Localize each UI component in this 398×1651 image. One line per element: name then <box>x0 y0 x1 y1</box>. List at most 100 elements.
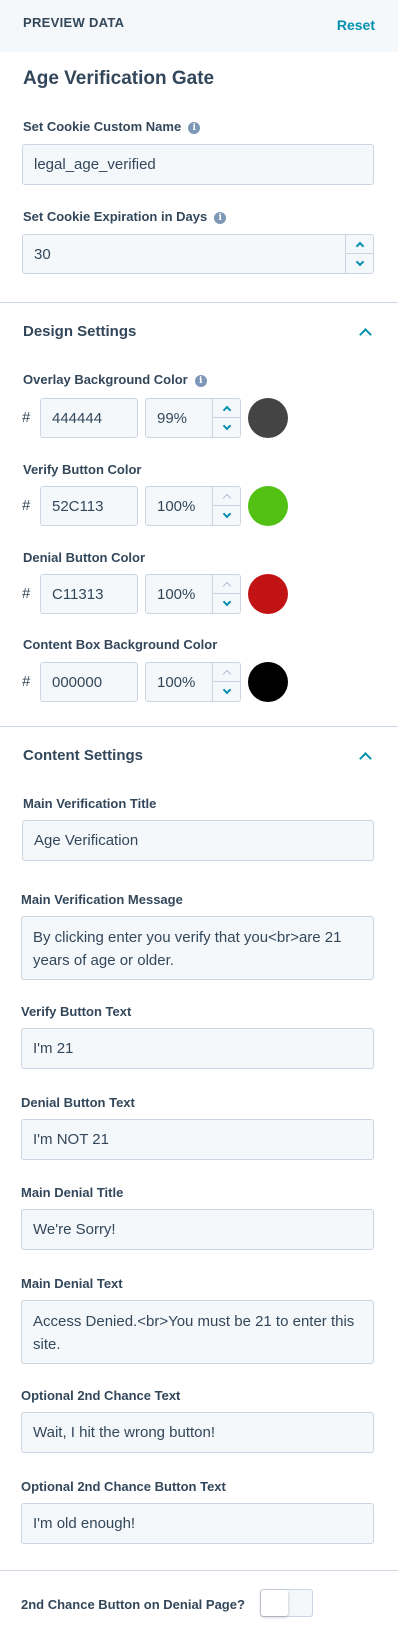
content-box-hex-input[interactable]: 000000 <box>40 662 138 702</box>
overlay-hex-input[interactable]: 444444 <box>40 398 138 438</box>
cookie-name-input[interactable]: legal_age_verified <box>22 144 374 185</box>
content-box-hex-value: 000000 <box>52 673 103 691</box>
main-denial-title-label: Main Denial Title <box>21 1185 124 1200</box>
denial-color-swatch[interactable] <box>248 574 288 614</box>
main-verification-title-value: Age Verification <box>34 832 139 849</box>
main-denial-title-input[interactable]: We're Sorry! <box>21 1209 374 1250</box>
hash-symbol: # <box>22 585 31 602</box>
cookie-name-label-text: Set Cookie Custom Name <box>23 119 182 134</box>
info-icon[interactable]: i <box>188 122 201 134</box>
content-settings-title: Content Settings <box>23 747 143 764</box>
denial-hex-input[interactable]: C11313 <box>40 574 138 614</box>
chevron-up-icon <box>222 405 231 414</box>
denial-button-text-label: Denial Button Text <box>21 1095 135 1110</box>
content-box-color-label: Content Box Background Color <box>23 637 218 652</box>
verify-button-text-input[interactable]: I'm 21 <box>21 1028 374 1069</box>
content-box-opacity-input[interactable]: 100% <box>145 662 241 702</box>
overlay-color-label-text: Overlay Background Color <box>23 372 188 387</box>
chevron-up-icon[interactable] <box>359 328 372 341</box>
module-title: Age Verification Gate <box>23 68 215 89</box>
verify-button-text-value: I'm 21 <box>33 1040 74 1057</box>
main-denial-title-value: We're Sorry! <box>33 1221 116 1238</box>
chevron-down-icon <box>222 509 231 519</box>
overlay-opacity-value: 99% <box>157 409 188 427</box>
cookie-name-label: Set Cookie Custom Name i <box>23 119 201 134</box>
cookie-expiration-value: 30 <box>34 245 51 263</box>
opacity-stepper[interactable] <box>212 399 240 437</box>
stepper-down-button[interactable] <box>213 594 240 613</box>
chevron-up-icon <box>222 493 231 502</box>
denial-opacity-value: 100% <box>157 585 196 603</box>
overlay-color-label: Overlay Background Color i <box>23 372 207 387</box>
verify-hex-value: 52C113 <box>52 497 104 515</box>
verify-button-text-label: Verify Button Text <box>21 1004 132 1019</box>
chevron-down-icon <box>222 685 231 695</box>
hash-symbol: # <box>22 409 31 426</box>
denial-hex-value: C11313 <box>52 585 104 603</box>
opacity-stepper[interactable] <box>212 663 240 701</box>
chevron-up-icon[interactable] <box>359 752 372 765</box>
stepper-down-button[interactable] <box>213 506 240 525</box>
stepper-up-button[interactable] <box>213 487 240 506</box>
toggle-knob <box>261 1590 288 1616</box>
opacity-stepper[interactable] <box>212 487 240 525</box>
content-box-color-swatch[interactable] <box>248 662 288 702</box>
second-chance-toggle-label: 2nd Chance Button on Denial Page? <box>21 1597 245 1612</box>
overlay-hex-value: 444444 <box>52 409 103 427</box>
second-chance-text-input[interactable]: Wait, I hit the wrong button! <box>21 1412 374 1453</box>
stepper-up-button[interactable] <box>346 235 373 254</box>
info-icon[interactable]: i <box>194 375 207 387</box>
design-settings-title: Design Settings <box>23 323 137 340</box>
opacity-stepper[interactable] <box>212 575 240 613</box>
overlay-color-swatch[interactable] <box>248 398 288 438</box>
stepper-up-button[interactable] <box>213 399 240 418</box>
denial-button-text-input[interactable]: I'm NOT 21 <box>21 1119 374 1160</box>
stepper-down-button[interactable] <box>346 254 373 273</box>
chevron-up-icon <box>355 241 364 250</box>
hash-symbol: # <box>22 673 31 690</box>
chevron-up-icon <box>222 669 231 678</box>
stepper-up-button[interactable] <box>213 663 240 682</box>
main-verification-message-value: By clicking enter you verify that you<br… <box>33 929 342 969</box>
chevron-down-icon <box>222 597 231 607</box>
verify-hex-input[interactable]: 52C113 <box>40 486 138 526</box>
second-chance-button-text-input[interactable]: I'm old enough! <box>21 1503 374 1544</box>
divider <box>0 1570 398 1571</box>
cookie-expiration-input[interactable]: 30 <box>22 234 374 274</box>
stepper-down-button[interactable] <box>213 418 240 437</box>
divider <box>0 302 398 303</box>
main-verification-message-label: Main Verification Message <box>21 892 183 907</box>
denial-color-label: Denial Button Color <box>23 550 146 565</box>
cookie-expiration-label-text: Set Cookie Expiration in Days <box>23 209 208 224</box>
verify-color-swatch[interactable] <box>248 486 288 526</box>
cookie-expiration-label: Set Cookie Expiration in Days i <box>23 209 227 224</box>
main-verification-title-label: Main Verification Title <box>23 796 157 811</box>
content-box-opacity-value: 100% <box>157 673 196 691</box>
second-chance-toggle[interactable] <box>260 1589 313 1617</box>
second-chance-button-text-label: Optional 2nd Chance Button Text <box>21 1479 226 1494</box>
stepper-down-button[interactable] <box>213 682 240 701</box>
expiration-stepper[interactable] <box>345 235 373 273</box>
info-icon[interactable]: i <box>214 212 227 224</box>
cookie-name-value: legal_age_verified <box>34 156 156 173</box>
divider <box>0 726 398 727</box>
main-denial-text-value: Access Denied.<br>You must be 21 to ente… <box>33 1313 355 1353</box>
preview-header: PREVIEW DATA Reset <box>0 0 398 52</box>
second-chance-text-label: Optional 2nd Chance Text <box>21 1388 181 1403</box>
denial-opacity-input[interactable]: 100% <box>145 574 241 614</box>
chevron-up-icon <box>222 581 231 590</box>
main-denial-text-textarea[interactable]: Access Denied.<br>You must be 21 to ente… <box>21 1300 374 1364</box>
stepper-up-button[interactable] <box>213 575 240 594</box>
verify-opacity-input[interactable]: 100% <box>145 486 241 526</box>
reset-link[interactable]: Reset <box>337 17 375 33</box>
overlay-opacity-input[interactable]: 99% <box>145 398 241 438</box>
main-denial-text-label: Main Denial Text <box>21 1276 123 1291</box>
preview-data-title: PREVIEW DATA <box>23 15 125 30</box>
second-chance-text-value: Wait, I hit the wrong button! <box>33 1424 216 1441</box>
second-chance-button-text-value: I'm old enough! <box>33 1515 136 1532</box>
chevron-down-icon <box>355 257 364 267</box>
main-verification-title-input[interactable]: Age Verification <box>22 820 374 861</box>
verify-opacity-value: 100% <box>157 497 196 515</box>
main-verification-message-textarea[interactable]: By clicking enter you verify that you<br… <box>21 916 374 980</box>
denial-button-text-value: I'm NOT 21 <box>33 1131 109 1148</box>
